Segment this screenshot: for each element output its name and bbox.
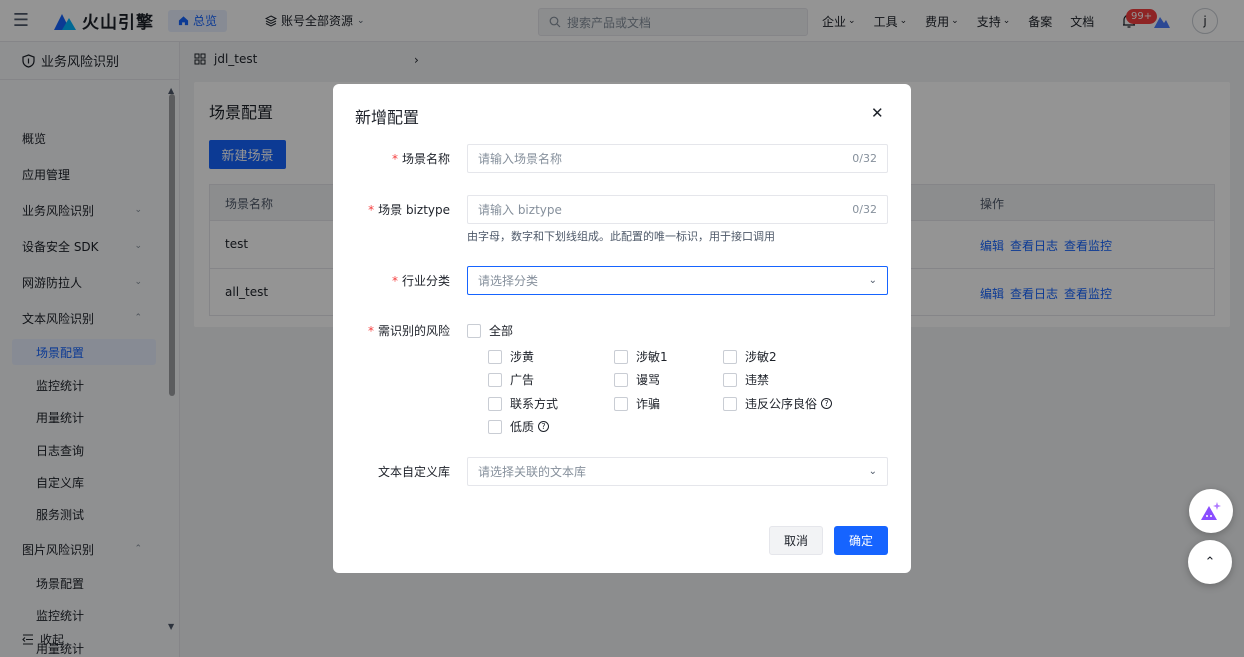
ai-assistant-button[interactable] (1189, 489, 1233, 533)
confirm-button[interactable]: 确定 (834, 526, 888, 555)
checkbox-label: 联系方式 (510, 397, 559, 411)
risk-sensitive2-checkbox[interactable]: 涉敏2 (723, 348, 777, 365)
scene-name-input[interactable]: 请输入场景名称 0/32 (467, 144, 888, 173)
required-mark: * (391, 152, 398, 166)
char-count: 0/32 (852, 152, 877, 165)
risk-porn-checkbox[interactable]: 涉黄 (488, 348, 534, 365)
checkbox-box (614, 349, 628, 364)
cancel-button[interactable]: 取消 (769, 526, 823, 555)
select-placeholder: 请选择关联的文本库 (478, 465, 587, 479)
checkbox-box (614, 396, 628, 411)
checkbox-label: 谩骂 (636, 373, 661, 387)
required-mark: * (368, 203, 375, 217)
checkbox-label: 低质 (510, 420, 535, 434)
checkbox-label: 违禁 (745, 373, 770, 387)
risk-ads-checkbox[interactable]: 广告 (488, 371, 534, 388)
label-text: 场景 biztype (378, 203, 450, 217)
input-placeholder: 请输入场景名称 (478, 152, 563, 166)
back-to-top-button[interactable]: ⌃ (1188, 540, 1232, 584)
required-mark: * (367, 324, 374, 338)
checkbox-box (488, 349, 502, 364)
chevron-down-icon: ⌄ (868, 275, 877, 286)
checkbox-label: 违反公序良俗 (745, 397, 818, 411)
dialog-title: 新增配置 (355, 108, 420, 127)
checkbox-box (467, 323, 481, 338)
library-label: 文本自定义库 (378, 463, 450, 480)
text-library-select[interactable]: 请选择关联的文本库 ⌄ (467, 457, 888, 486)
industry-select[interactable]: 请选择分类 ⌄ (467, 266, 888, 295)
risk-public-order-checkbox[interactable]: 违反公序良俗? (723, 395, 833, 412)
biztype-input[interactable]: 请输入 biztype 0/32 (467, 195, 888, 224)
char-count: 0/32 (852, 203, 877, 216)
checkbox-box (723, 396, 737, 411)
help-icon[interactable]: ? (538, 421, 550, 432)
checkbox-box (488, 372, 502, 387)
risk-prohibited-checkbox[interactable]: 违禁 (723, 371, 769, 388)
close-icon[interactable]: ✕ (871, 104, 884, 122)
ai-assistant-icon (1201, 502, 1221, 520)
risk-all-checkbox[interactable]: 全部 (467, 322, 513, 339)
checkbox-box (723, 349, 737, 364)
risk-fraud-checkbox[interactable]: 诈骗 (614, 395, 660, 412)
risk-sensitive1-checkbox[interactable]: 涉敏1 (614, 348, 668, 365)
biztype-label: * 场景 biztype (368, 201, 450, 218)
checkbox-label: 涉黄 (510, 350, 535, 364)
input-placeholder: 请输入 biztype (478, 203, 562, 217)
checkbox-box (614, 372, 628, 387)
checkbox-box (723, 372, 737, 387)
chevron-down-icon: ⌄ (868, 466, 877, 477)
help-icon[interactable]: ? (821, 398, 833, 409)
select-placeholder: 请选择分类 (478, 274, 539, 288)
checkbox-label: 全部 (489, 324, 514, 338)
label-text: 需识别的风险 (377, 324, 450, 338)
checkbox-label: 涉敏1 (636, 350, 668, 364)
risk-low-quality-checkbox[interactable]: 低质? (488, 418, 550, 435)
label-text: 场景名称 (401, 152, 450, 166)
biztype-hint: 由字母，数字和下划线组成。此配置的唯一标识，用于接口调用 (467, 230, 775, 243)
checkbox-box (488, 396, 502, 411)
required-mark: * (391, 274, 398, 288)
scene-name-label: * 场景名称 (392, 150, 450, 167)
checkbox-label: 涉敏2 (745, 350, 777, 364)
risks-label: * 需识别的风险 (368, 322, 450, 339)
industry-label: * 行业分类 (392, 272, 450, 289)
risk-abuse-checkbox[interactable]: 谩骂 (614, 371, 660, 388)
label-text: 行业分类 (401, 274, 450, 288)
chevron-up-icon: ⌃ (1204, 554, 1216, 570)
add-config-dialog: 新增配置 ✕ * 场景名称 请输入场景名称 0/32 * 场景 biztype 请输… (333, 84, 911, 573)
checkbox-box (488, 419, 502, 434)
checkbox-label: 诈骗 (636, 397, 661, 411)
risk-contact-checkbox[interactable]: 联系方式 (488, 395, 558, 412)
checkbox-label: 广告 (510, 373, 535, 387)
label-text: 文本自定义库 (377, 465, 450, 479)
